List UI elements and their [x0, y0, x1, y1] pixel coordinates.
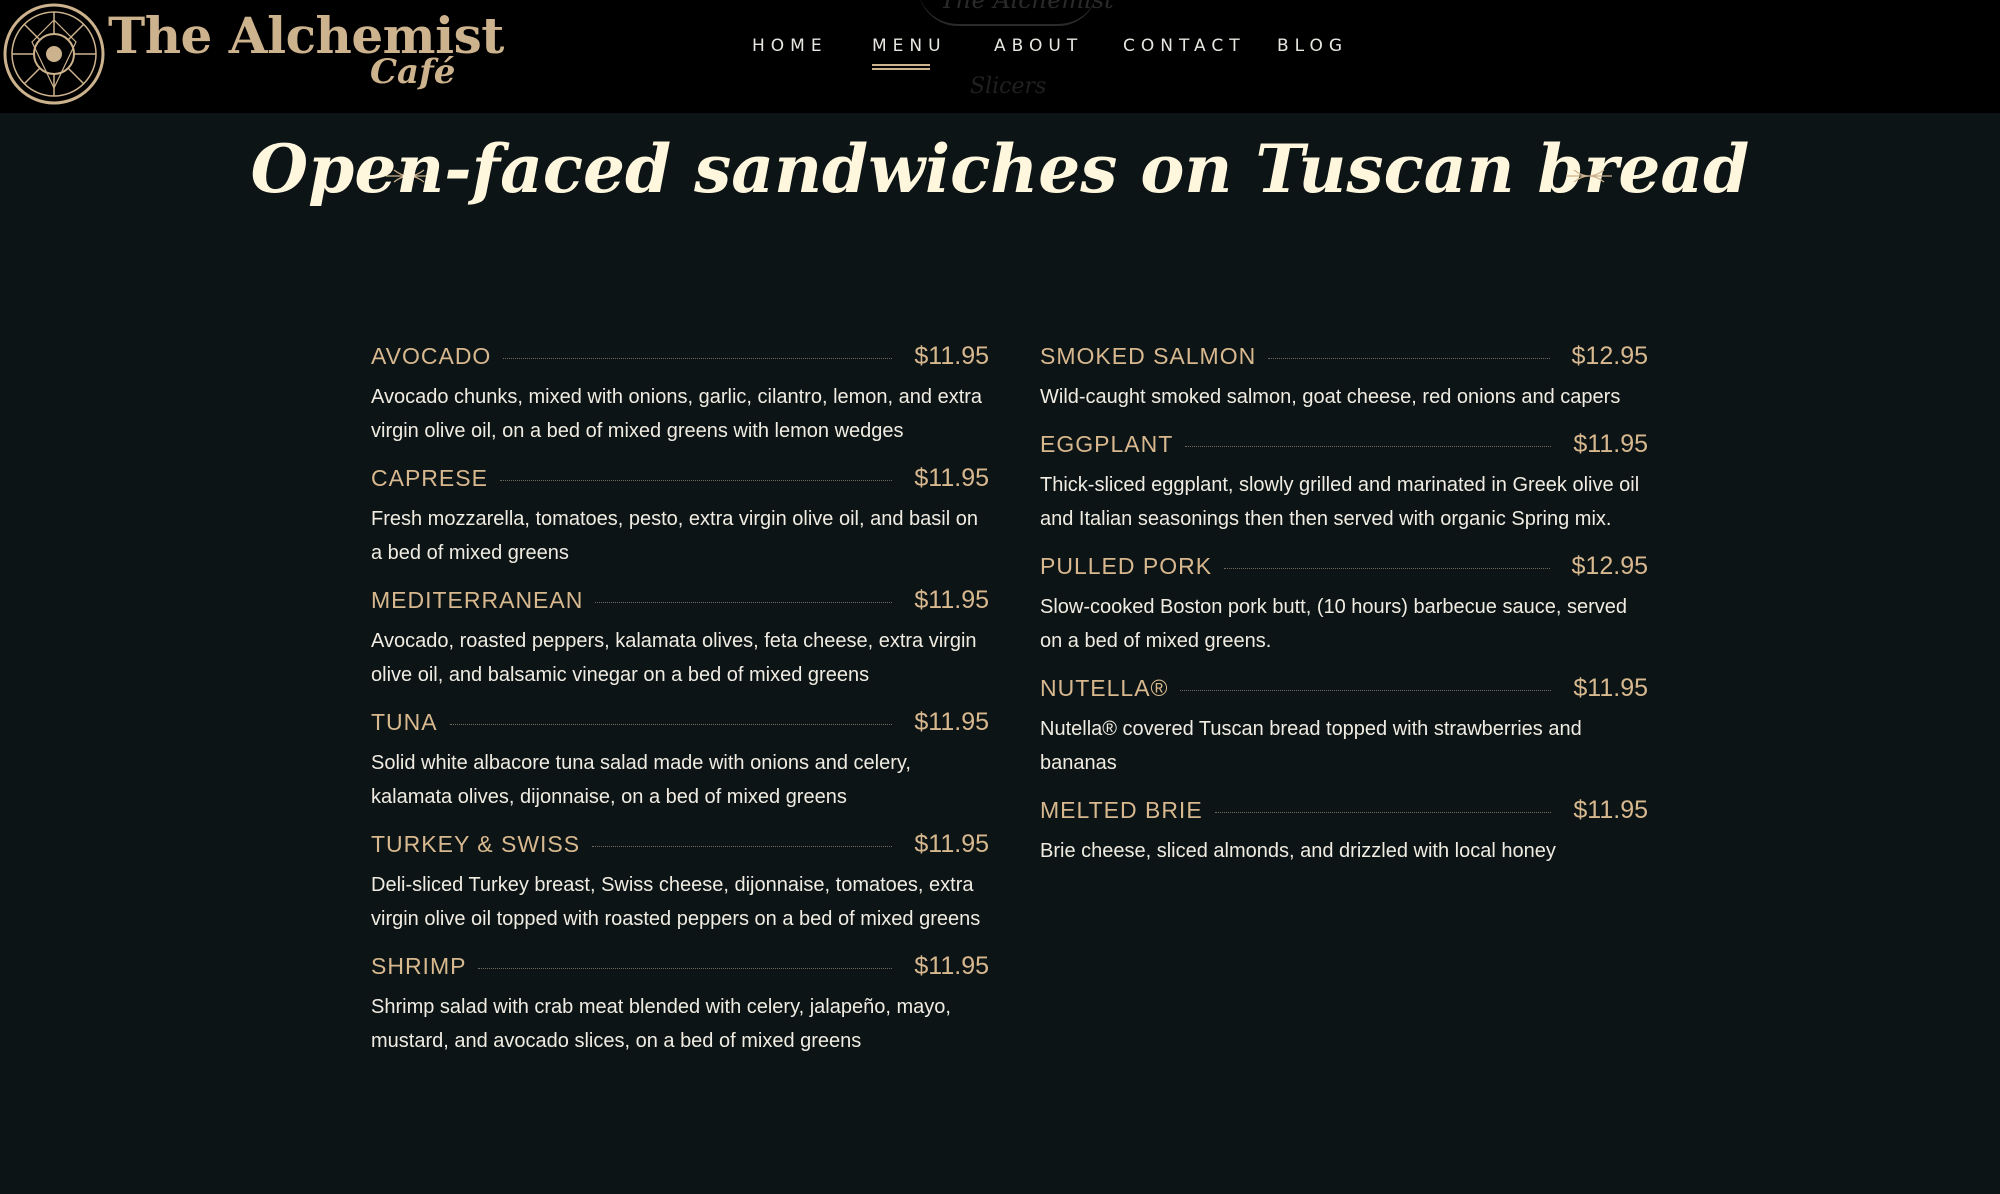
- dotted-leader: [1214, 811, 1552, 813]
- menu-item-description: Nutella® covered Tuscan bread topped wit…: [1040, 718, 1582, 774]
- menu-item-price: $11.95: [914, 585, 989, 614]
- menu-item-description: Fresh mozzarella, tomatoes, pesto, extra…: [371, 508, 978, 564]
- menu-item-description: Slow-cooked Boston pork butt, (10 hours)…: [1040, 596, 1627, 652]
- nav-menu[interactable]: MENU: [872, 36, 947, 56]
- menu-item-price: $11.95: [914, 829, 989, 858]
- dotted-leader: [1180, 689, 1552, 691]
- dotted-leader: [449, 723, 893, 725]
- menu-item-description: Avocado chunks, mixed with onions, garli…: [371, 386, 983, 442]
- dotted-leader: [503, 357, 893, 359]
- menu-item-name: MELTED BRIE: [1040, 796, 1203, 823]
- menu-item: SHRIMP $11.95 Shrimp salad with crab meat…: [371, 946, 993, 1058]
- menu-item-name: AVOCADO: [371, 342, 492, 369]
- dotted-leader: [1224, 567, 1550, 569]
- menu-item-price: $11.95: [1573, 673, 1648, 702]
- dotted-leader: [1268, 357, 1550, 359]
- menu-item-name: SMOKED SALMON: [1040, 342, 1257, 369]
- menu-item: AVOCADO $11.95 Avocado chunks, mixed with…: [371, 336, 993, 448]
- menu-item: TUNA $11.95 Solid white albacore tuna sal…: [371, 702, 993, 814]
- menu-item-price: $11.95: [914, 463, 989, 492]
- menu-item: EGGPLANT $11.95 Thick-sliced eggplant, sl…: [1040, 424, 1652, 536]
- page-title: Open-faced sandwiches on Tuscan bread: [250, 130, 1750, 208]
- main-nav: HOME MENU ABOUT CONTACT BLOG: [0, 36, 2000, 76]
- menu-item-description: Solid white albacore tuna salad made wit…: [371, 752, 911, 808]
- menu-item-name: CAPRESE: [371, 464, 488, 491]
- menu-column-left: AVOCADO $11.95 Avocado chunks, mixed with…: [371, 336, 993, 1068]
- nav-home[interactable]: HOME: [752, 36, 828, 56]
- menu-item-name: EGGPLANT: [1040, 430, 1174, 457]
- menu-item-price: $12.95: [1571, 551, 1648, 580]
- menu-item-price: $11.95: [1573, 429, 1648, 458]
- dotted-leader: [595, 601, 893, 603]
- menu-item-description: Wild-caught smoked salmon, goat cheese, …: [1040, 386, 1621, 408]
- dotted-leader: [1185, 445, 1552, 447]
- menu-item-name: MEDITERRANEAN: [371, 586, 584, 613]
- menu-column-right: SMOKED SALMON $12.95 Wild-caught smoked s…: [1040, 336, 1652, 878]
- menu-item-description: Brie cheese, sliced almonds, and drizzle…: [1040, 840, 1556, 862]
- menu-item-name: NUTELLA®: [1040, 674, 1169, 701]
- dotted-leader: [499, 479, 893, 481]
- menu-item-description: Avocado, roasted peppers, kalamata olive…: [371, 630, 977, 686]
- nav-blog[interactable]: BLOG: [1277, 36, 1348, 56]
- ghost-logo-subtext: Slicers: [970, 74, 1047, 99]
- menu-item-price: $11.95: [914, 341, 989, 370]
- menu-item: MELTED BRIE $11.95 Brie cheese, sliced al…: [1040, 790, 1652, 868]
- menu-item-price: $12.95: [1571, 341, 1648, 370]
- menu-item: CAPRESE $11.95 Fresh mozzarella, tomatoes…: [371, 458, 993, 570]
- menu-item: MEDITERRANEAN $11.95 Avocado, roasted pep…: [371, 580, 993, 692]
- menu-item-name: TUNA: [371, 708, 438, 735]
- dotted-leader: [592, 845, 893, 847]
- menu-item-description: Thick-sliced eggplant, slowly grilled an…: [1040, 474, 1640, 530]
- site-header: The Alchemist Café The Alchemist Slicers…: [0, 0, 2000, 113]
- menu-item: TURKEY & SWISS $11.95 Deli-sliced Turkey …: [371, 824, 993, 936]
- menu-item: NUTELLA® $11.95 Nutella® covered Tuscan b…: [1040, 668, 1652, 780]
- menu-item-name: TURKEY & SWISS: [371, 830, 581, 857]
- nav-contact[interactable]: CONTACT: [1123, 36, 1246, 56]
- ghost-logo-text: The Alchemist: [940, 0, 1114, 14]
- menu-item: PULLED PORK $12.95 Slow-cooked Boston por…: [1040, 546, 1652, 658]
- menu-item: SMOKED SALMON $12.95 Wild-caught smoked s…: [1040, 336, 1652, 414]
- flourish-right-icon: [1566, 169, 1612, 183]
- menu-item-price: $11.95: [914, 951, 989, 980]
- dotted-leader: [478, 967, 893, 969]
- menu-item-price: $11.95: [1573, 795, 1648, 824]
- menu-item-name: SHRIMP: [371, 952, 467, 979]
- menu-item-name: PULLED PORK: [1040, 552, 1213, 579]
- nav-active-indicator: [872, 64, 930, 70]
- menu-item-price: $11.95: [914, 707, 989, 736]
- nav-about[interactable]: ABOUT: [994, 36, 1083, 56]
- menu-item-description: Deli-sliced Turkey breast, Swiss cheese,…: [371, 874, 981, 930]
- menu-item-description: Shrimp salad with crab meat blended with…: [371, 996, 951, 1052]
